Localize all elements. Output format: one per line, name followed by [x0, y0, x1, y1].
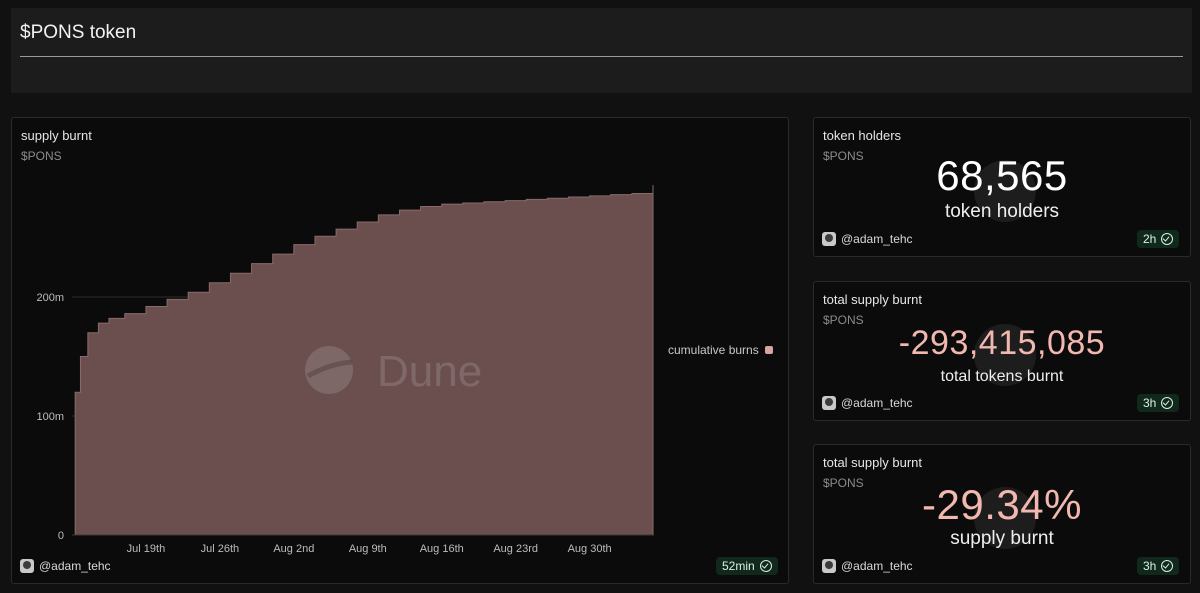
x-tick-label: Aug 30th [568, 543, 612, 555]
refresh-time: 3h [1143, 559, 1157, 573]
counter-title: total supply burnt [823, 292, 923, 307]
dune-watermark: Dune [305, 346, 482, 396]
legend-swatch [764, 346, 773, 354]
chart-legend[interactable]: cumulative burns [668, 343, 773, 357]
counter-label: supply burnt [950, 528, 1054, 549]
refresh-badge[interactable]: 3h [1137, 557, 1180, 575]
check-circle-icon [1161, 233, 1174, 245]
counter-author[interactable]: @adam_tehc [822, 232, 913, 246]
supply-burnt-area-chart: Dune 0 100m 200m Jul 19th Jul 26th Aug 2nd Aug… [36, 185, 654, 555]
chart-author[interactable]: @adam_tehc [20, 559, 111, 573]
legend-label: cumulative burns [668, 343, 759, 357]
total-supply-burnt-counter[interactable]: total supply burnt $PONS -293,415,085 to… [813, 281, 1191, 421]
x-tick-label: Aug 16th [420, 543, 464, 555]
counter-label: total tokens burnt [940, 368, 1064, 385]
counter-value: -29.34% [922, 481, 1082, 528]
x-tick-label: Jul 19th [127, 543, 166, 555]
counter-value: 68,565 [936, 152, 1068, 199]
check-circle-icon [1161, 397, 1174, 409]
author-name: @adam_tehc [841, 396, 913, 410]
dashboard-title: $PONS token [20, 22, 137, 43]
counter-author[interactable]: @adam_tehc [822, 559, 913, 573]
counter-value: -293,415,085 [898, 324, 1106, 362]
percent-supply-burnt-counter[interactable]: total supply burnt $PONS -29.34% supply … [813, 444, 1191, 584]
author-name: @adam_tehc [39, 559, 111, 573]
check-circle-icon [759, 560, 772, 572]
counter-title: total supply burnt [823, 455, 923, 470]
author-avatar [822, 232, 836, 246]
x-tick-label: Jul 26th [201, 543, 240, 555]
refresh-badge[interactable]: 3h [1137, 394, 1180, 412]
refresh-badge[interactable]: 52min [716, 557, 778, 575]
y-tick-label: 200m [36, 292, 64, 304]
author-avatar [20, 559, 34, 573]
y-tick-label: 100m [36, 411, 64, 423]
token-holders-counter[interactable]: token holders $PONS 68,565 token holders… [813, 117, 1191, 257]
counter-author[interactable]: @adam_tehc [822, 396, 913, 410]
refresh-time: 52min [722, 559, 755, 573]
author-avatar [822, 559, 836, 573]
y-tick-label: 0 [58, 530, 64, 542]
check-circle-icon [1161, 560, 1174, 572]
watermark-text: Dune [377, 347, 482, 396]
x-tick-label: Aug 23rd [493, 543, 538, 555]
counter-label: token holders [944, 201, 1060, 222]
author-avatar [822, 396, 836, 410]
refresh-time: 3h [1143, 396, 1157, 410]
cumulative-burns-area [72, 185, 654, 536]
supply-burnt-chart-panel[interactable]: supply burnt $PONS Dune 0 100m 200m Jul 19t… [11, 117, 789, 584]
author-name: @adam_tehc [841, 232, 913, 246]
author-name: @adam_tehc [841, 559, 913, 573]
counter-title: token holders [823, 128, 902, 143]
x-tick-label: Aug 2nd [273, 543, 314, 555]
refresh-time: 2h [1143, 232, 1157, 246]
x-tick-label: Aug 9th [349, 543, 387, 555]
dashboard-header: $PONS token [11, 8, 1192, 93]
header-divider [20, 56, 1183, 57]
refresh-badge[interactable]: 2h [1137, 230, 1180, 248]
